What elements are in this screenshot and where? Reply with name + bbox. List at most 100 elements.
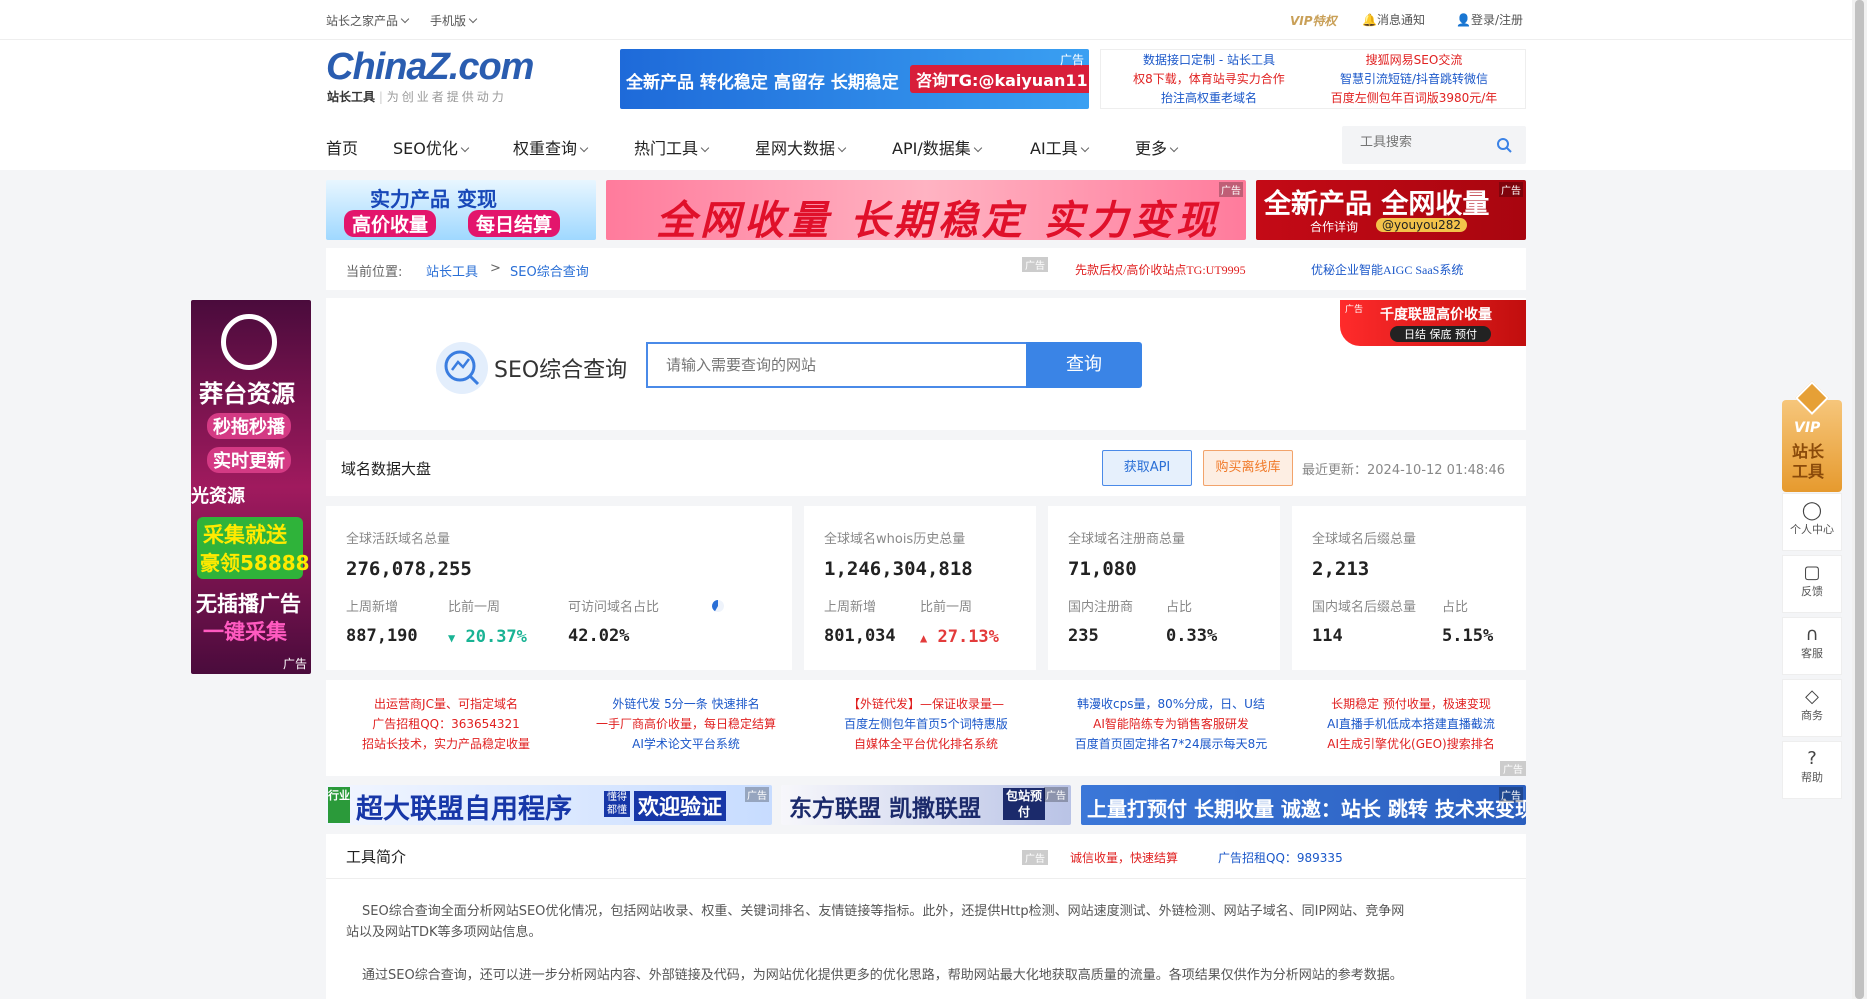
- stat-card-whois: 全球域名whois历史总量 1,246,304,818 上周新增 801,034…: [804, 506, 1036, 670]
- top-bar: 站长之家产品 手机版 VIP特权 🔔消息通知 👤登录/注册: [0, 0, 1867, 40]
- nav-seo[interactable]: SEO优化: [393, 135, 470, 159]
- text-ad[interactable]: 出运营商JC量、可指定域名: [346, 694, 546, 714]
- intro-title: 工具简介: [346, 848, 407, 866]
- change-down: ▼ 20.37%: [448, 627, 527, 647]
- text-ad[interactable]: AI生成引擎优化(GEO)搜索排名: [1306, 734, 1516, 754]
- breadcrumb-home[interactable]: 站长工具: [426, 261, 478, 280]
- text-ad[interactable]: 权8下载，体育站寻实力合作: [1119, 70, 1299, 89]
- text-ad[interactable]: AI学术论文平台系统: [586, 734, 786, 754]
- intro-ad-2[interactable]: 广告招租QQ：989335: [1218, 849, 1343, 866]
- buy-offline-db-button[interactable]: 购买离线库: [1203, 450, 1293, 486]
- nav-hot-tools[interactable]: 热门工具: [634, 135, 710, 159]
- breadcrumb: 当前位置: 站长工具 > SEO综合查询 广告 先款后权/高价收站点TG:UT9…: [326, 248, 1526, 290]
- seo-query-icon: [436, 342, 488, 394]
- change-up: ▲ 27.13%: [920, 627, 999, 647]
- query-panel: SEO综合查询 查询 千度联盟高价收量 日结 保底 预付 广告: [326, 298, 1526, 430]
- get-api-button[interactable]: 获取API: [1102, 450, 1192, 486]
- user-icon: ◯: [1801, 500, 1823, 521]
- nav-home[interactable]: 首页: [326, 135, 358, 159]
- text-ad[interactable]: 智慧引流短链/抖音跳转微信: [1319, 70, 1509, 89]
- breadcrumb-ad-1[interactable]: 先款后权/高价收站点TG:UT9995: [1075, 261, 1246, 278]
- nav-ai-tools[interactable]: AI工具: [1030, 135, 1089, 159]
- user-icon: 👤: [1456, 13, 1471, 27]
- side-help[interactable]: ? 帮助: [1782, 741, 1842, 799]
- text-ad[interactable]: 外链代发 5分一条 快速排名: [586, 694, 786, 714]
- nav-more[interactable]: 更多: [1135, 135, 1179, 159]
- vip-tools-widget[interactable]: VIP 站长 工具: [1782, 381, 1842, 492]
- scrollbar-thumb[interactable]: [1855, 0, 1864, 999]
- triangle-down-icon: ▼: [448, 631, 456, 645]
- logo-tagline: 站长工具 | 为创业者提供动力: [327, 90, 507, 104]
- bottom-banner-3[interactable]: 上量打预付 长期收量 诚邀：站长 跳转 技术来变现 广告: [1081, 785, 1526, 825]
- tool-intro: 工具简介 广告 诚信收量，快速结算 广告招租QQ：989335 SEO综合查询全…: [326, 834, 1526, 999]
- mobile-menu[interactable]: 手机版: [430, 12, 478, 29]
- query-title: SEO综合查询: [494, 358, 628, 383]
- left-side-ad[interactable]: 莽台资源 秒拖秒播 实时更新 光资源 采集就送 豪领58888 无插播广告 一键…: [191, 300, 311, 674]
- products-menu[interactable]: 站长之家产品: [326, 12, 410, 29]
- banner-ad-3[interactable]: 全新产品 全网收量 合作详询 @youyou282 广告: [1256, 180, 1526, 240]
- stat-card-active-domains: 全球活跃域名总量 276,078,255 上周新增 887,190 比前一周 ▼…: [326, 506, 792, 670]
- side-business[interactable]: ◇ 商务: [1782, 679, 1842, 737]
- divider: [326, 878, 1526, 879]
- pie-progress-icon: [711, 600, 724, 612]
- stat-card-suffixes: 全球域名后缀总量 2,213 国内域名后缀总量 114 占比 5.15%: [1292, 506, 1526, 670]
- headset-icon: ∩: [1805, 624, 1819, 645]
- intro-ad-1[interactable]: 诚信收量，快速结算: [1070, 849, 1178, 866]
- diamond-icon: [1795, 381, 1829, 415]
- vip-link[interactable]: VIP特权: [1290, 12, 1337, 29]
- text-ad[interactable]: 自媒体全平台优化排名系统: [826, 734, 1026, 754]
- scrollbar[interactable]: [1852, 0, 1867, 999]
- text-ad[interactable]: 【外链代发】—保证收录量—: [826, 694, 1026, 714]
- text-ad[interactable]: 搜狐网易SEO交流: [1319, 51, 1509, 70]
- bottom-banner-2[interactable]: 东方联盟 凯撒联盟 包站预付 广告: [781, 785, 1071, 825]
- header: ChinaZ.com 站长工具 | 为创业者提供动力 全新产品 转化稳定 高留存…: [0, 40, 1867, 170]
- text-ad[interactable]: 抬注高权重老域名: [1119, 89, 1299, 108]
- handshake-icon: ◇: [1805, 686, 1819, 707]
- text-ad[interactable]: 数据接口定制 - 站长工具: [1119, 51, 1299, 70]
- login-link[interactable]: 👤登录/注册: [1456, 11, 1523, 28]
- triangle-up-icon: ▲: [920, 631, 928, 645]
- side-personal-center[interactable]: ◯ 个人中心: [1782, 493, 1842, 551]
- last-updated: 最近更新：2024-10-12 01:48:46: [1302, 463, 1506, 478]
- text-ad[interactable]: AI智能陪练专为销售客服研发: [1066, 714, 1276, 734]
- corner-ad[interactable]: 千度联盟高价收量 日结 保底 预付 广告: [1340, 300, 1526, 346]
- tool-search[interactable]: [1342, 126, 1526, 164]
- notify-link[interactable]: 🔔消息通知: [1362, 11, 1425, 28]
- text-ad[interactable]: 百度首页固定排名7*24展示每天8元: [1066, 734, 1276, 754]
- text-ads-grid: 出运营商JC量、可指定域名 广告招租QQ：363654321 招站长技术，实力产…: [326, 680, 1526, 776]
- help-icon: ?: [1807, 748, 1817, 769]
- feedback-icon: ▢: [1803, 562, 1821, 583]
- banner-ad-2[interactable]: 全网收量 长期稳定 实力变现 广告: [606, 180, 1246, 240]
- play-logo-icon: [221, 314, 277, 370]
- intro-paragraph: 站以及网站TDK等多项网站信息。: [346, 925, 542, 940]
- text-ad[interactable]: 招站长技术，实力产品稳定收量: [346, 734, 546, 754]
- dashboard-header: 域名数据大盘 获取API 购买离线库 最近更新：2024-10-12 01:48…: [326, 440, 1526, 496]
- text-ad[interactable]: 韩漫收cps量，80%分成，日、U结: [1066, 694, 1276, 714]
- nav-api[interactable]: API/数据集: [892, 135, 982, 159]
- bell-icon: 🔔: [1362, 13, 1377, 27]
- nav-weight[interactable]: 权重查询: [513, 135, 589, 159]
- side-feedback[interactable]: ▢ 反馈: [1782, 555, 1842, 613]
- search-icon[interactable]: [1496, 137, 1512, 153]
- banner-ad-1[interactable]: 实力产品 变现 高价收量 每日结算: [326, 180, 596, 240]
- intro-paragraph: SEO综合查询全面分析网站SEO优化情况，包括网站收录、权重、关键词排名、友情链…: [362, 904, 1405, 919]
- text-ad[interactable]: 广告招租QQ：363654321: [346, 714, 546, 734]
- text-ad[interactable]: 百度左侧包年首页5个词特惠版: [826, 714, 1026, 734]
- url-query-input[interactable]: [646, 342, 1026, 388]
- bottom-banner-1[interactable]: 行业 超大联盟自用程序 懂得都懂 欢迎验证 广告: [326, 785, 772, 825]
- stat-card-registrars: 全球域名注册商总量 71,080 国内注册商 235 占比 0.33%: [1048, 506, 1280, 670]
- header-text-ads: 数据接口定制 - 站长工具 权8下载，体育站寻实力合作 抬注高权重老域名 搜狐网…: [1100, 49, 1526, 109]
- text-ad[interactable]: 百度左侧包年百词版3980元/年: [1319, 89, 1509, 108]
- query-button[interactable]: 查询: [1026, 342, 1142, 388]
- breadcrumb-ad-2[interactable]: 优秘企业智能AIGC SaaS系统: [1311, 261, 1463, 278]
- text-ad[interactable]: 长期稳定 预付收量，极速变现: [1306, 694, 1516, 714]
- header-banner-ad[interactable]: 全新产品 转化稳定 高留存 长期稳定 咨询TG:@kaiyuan111 广告: [620, 49, 1089, 109]
- side-customer-service[interactable]: ∩ 客服: [1782, 617, 1842, 675]
- tool-search-input[interactable]: [1360, 135, 1490, 150]
- breadcrumb-current[interactable]: SEO综合查询: [510, 261, 589, 280]
- nav-bigdata[interactable]: 星网大数据: [755, 135, 847, 159]
- intro-paragraph: 通过SEO综合查询，还可以进一步分析网站内容、外部链接及代码，为网站优化提供更多…: [362, 968, 1403, 983]
- text-ad[interactable]: AI直播手机低成本搭建直播截流: [1306, 714, 1516, 734]
- text-ad[interactable]: 一手厂商高价收量，每日稳定结算: [586, 714, 786, 734]
- logo[interactable]: ChinaZ.com: [326, 46, 534, 89]
